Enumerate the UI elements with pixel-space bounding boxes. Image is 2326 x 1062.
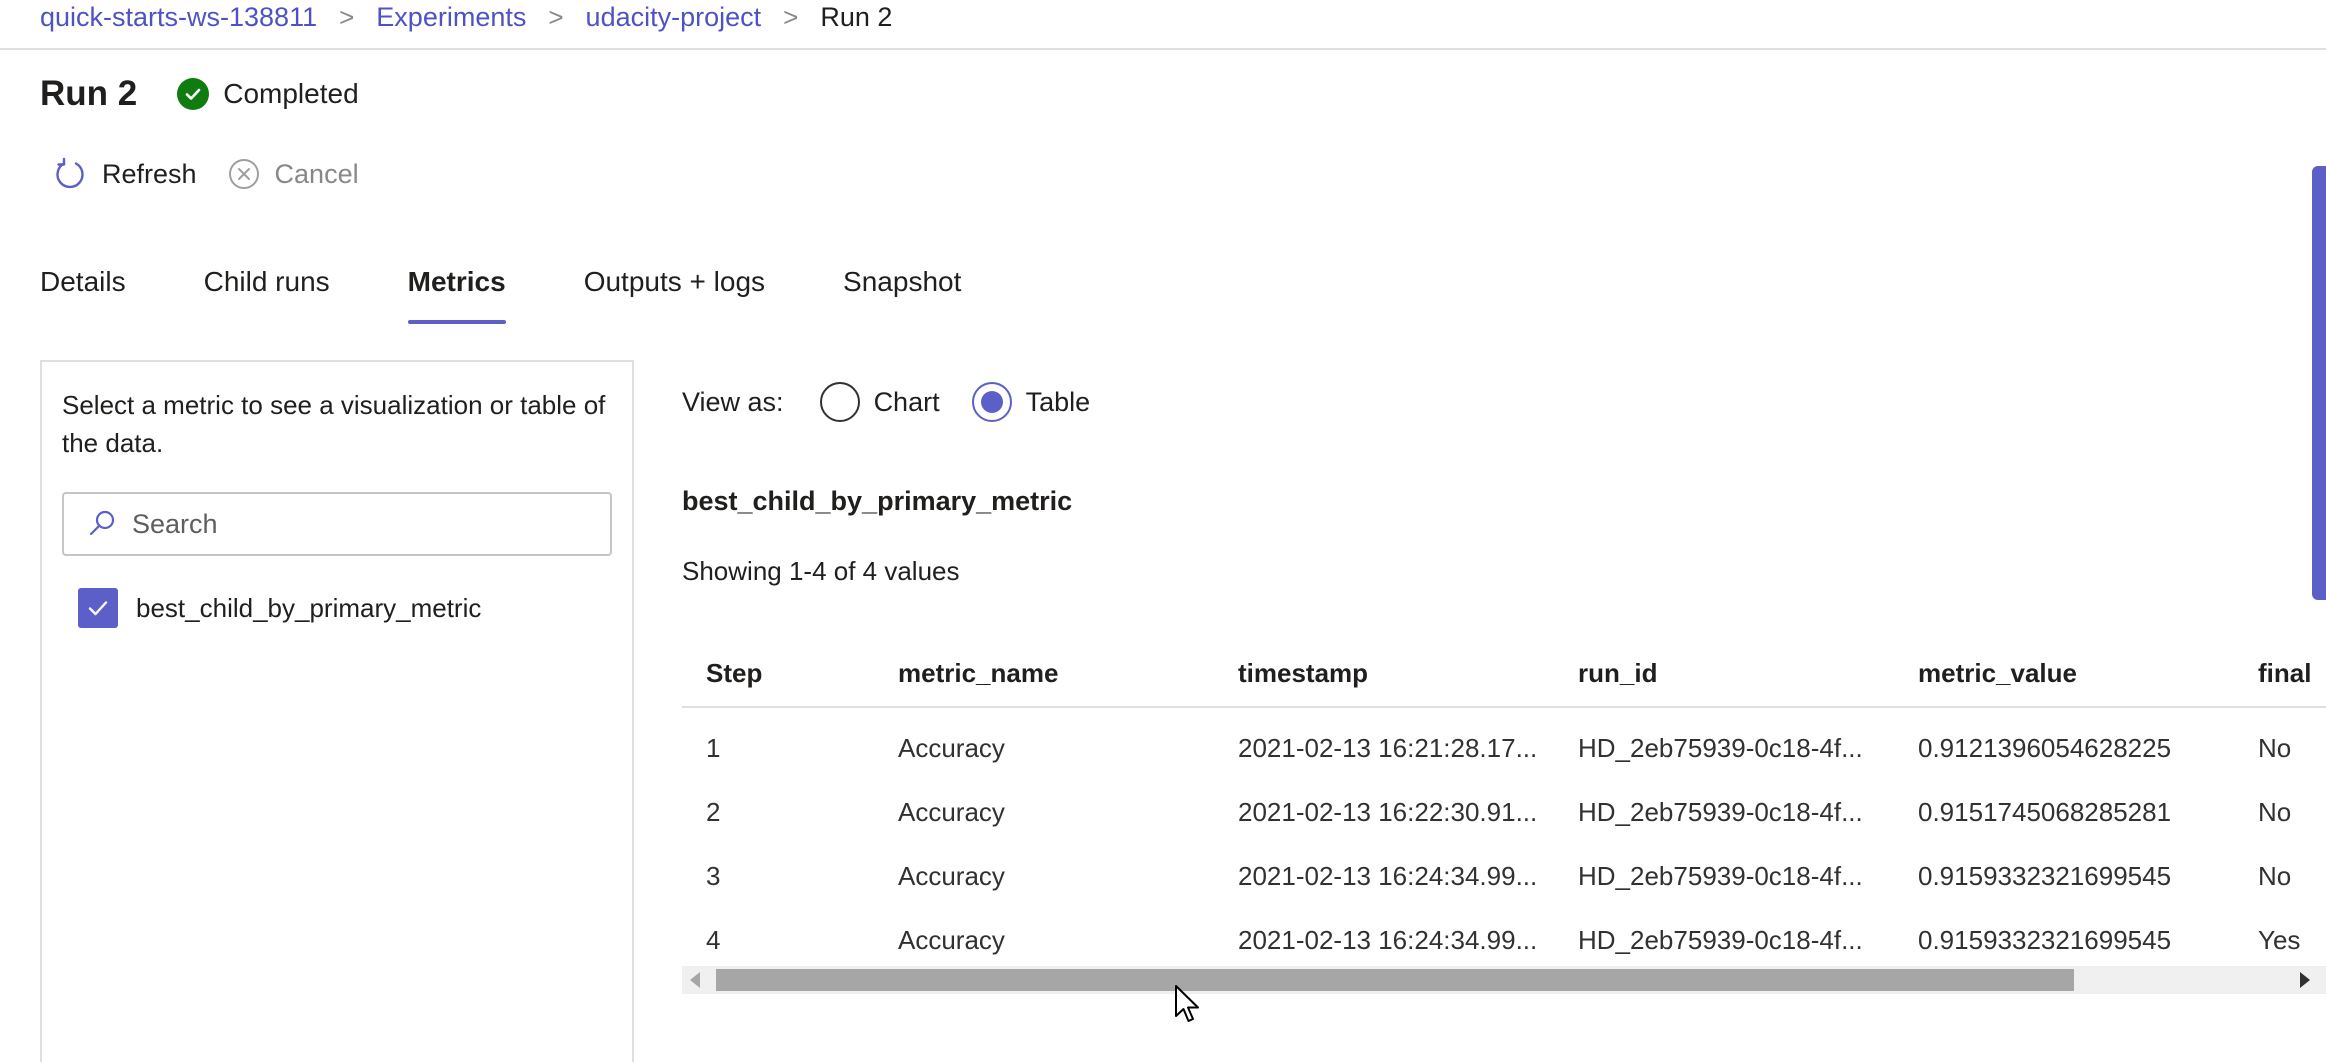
cell-step: 3: [706, 860, 721, 891]
radio-chart-label: Chart: [873, 386, 940, 417]
radio-table-label: Table: [1025, 386, 1091, 417]
cell-metric-name: Accuracy: [898, 860, 1005, 891]
scroll-right-arrow-icon[interactable]: [2300, 972, 2310, 988]
cell-metric-value: 0.9151745068285281: [1918, 796, 2172, 827]
breadcrumb: quick-starts-ws-138811 > Experiments > u…: [40, 0, 892, 34]
scrollbar-thumb[interactable]: [716, 969, 2074, 991]
side-panel-tab[interactable]: [2312, 166, 2326, 600]
refresh-label: Refresh: [102, 158, 197, 189]
title-row: Run 2 Completed: [40, 70, 359, 118]
table-row[interactable]: 3 Accuracy 2021-02-13 16:24:34.99... HD_…: [682, 844, 2326, 908]
table-row[interactable]: 2 Accuracy 2021-02-13 16:22:30.91... HD_…: [682, 780, 2326, 844]
breadcrumb-current: Run 2: [820, 1, 893, 32]
tab-outputs-logs[interactable]: Outputs + logs: [562, 258, 787, 310]
cell-timestamp: 2021-02-13 16:24:34.99...: [1238, 860, 1538, 891]
cell-step: 4: [706, 924, 721, 955]
check-circle-icon: [177, 78, 210, 110]
row-count-text: Showing 1-4 of 4 values: [682, 556, 960, 586]
cell-final: Yes: [2258, 924, 2301, 955]
metric-label: best_child_by_primary_metric: [136, 592, 482, 623]
radio-button-selected[interactable]: [971, 382, 1012, 422]
metric-checkbox[interactable]: [78, 588, 118, 628]
breadcrumb-separator: >: [548, 1, 564, 32]
checkmark-icon: [88, 601, 108, 616]
metric-list-item[interactable]: best_child_by_primary_metric: [78, 588, 481, 628]
breadcrumb-separator: >: [783, 1, 799, 32]
column-header-metric-value[interactable]: metric_value: [1894, 658, 2234, 689]
refresh-button[interactable]: Refresh: [52, 156, 197, 192]
cell-run-id: HD_2eb75939-0c18-4f...: [1578, 860, 1863, 891]
column-header-timestamp[interactable]: timestamp: [1214, 658, 1554, 689]
cell-metric-value: 0.9159332321699545: [1918, 860, 2172, 891]
header-divider: [0, 48, 2326, 50]
page-title: Run 2: [40, 74, 138, 113]
toolbar: Refresh Cancel: [52, 156, 389, 192]
cell-timestamp: 2021-02-13 16:21:28.17...: [1238, 732, 1538, 763]
cell-run-id: HD_2eb75939-0c18-4f...: [1578, 732, 1863, 763]
cancel-button[interactable]: Cancel: [227, 157, 359, 191]
panel-hint: Select a metric to see a visualization o…: [62, 390, 606, 458]
column-header-metric-name[interactable]: metric_name: [874, 658, 1214, 689]
table-row[interactable]: 1 Accuracy 2021-02-13 16:21:28.17... HD_…: [682, 716, 2326, 780]
cell-step: 2: [706, 796, 721, 827]
cell-metric-name: Accuracy: [898, 796, 1005, 827]
column-header-run-id[interactable]: run_id: [1554, 658, 1894, 689]
column-header-step[interactable]: Step: [682, 658, 874, 689]
status-text: Completed: [223, 78, 359, 109]
breadcrumb-separator: >: [339, 1, 355, 32]
view-as-label: View as:: [682, 386, 784, 417]
cell-final: No: [2258, 860, 2292, 891]
search-placeholder: Search: [132, 508, 218, 539]
search-input[interactable]: Search: [62, 492, 612, 556]
cell-metric-name: Accuracy: [898, 924, 1005, 955]
mouse-cursor-icon: [1175, 985, 1199, 1022]
radio-dot: [980, 391, 1003, 413]
breadcrumb-experiment-link[interactable]: udacity-project: [586, 2, 762, 33]
radio-chart[interactable]: Chart: [819, 382, 940, 422]
cell-metric-name: Accuracy: [898, 732, 1005, 763]
refresh-icon: [56, 157, 84, 189]
search-icon: [89, 510, 115, 536]
cell-step: 1: [706, 732, 721, 763]
tab-details[interactable]: Details: [18, 258, 148, 310]
column-header-final[interactable]: final: [2234, 658, 2326, 689]
tab-child-runs[interactable]: Child runs: [182, 258, 352, 310]
table-row[interactable]: 4 Accuracy 2021-02-13 16:24:34.99... HD_…: [682, 908, 2326, 972]
cell-metric-value: 0.9159332321699545: [1918, 924, 2172, 955]
horizontal-scrollbar[interactable]: [682, 966, 2326, 994]
cell-final: No: [2258, 732, 2292, 763]
table-body: 1 Accuracy 2021-02-13 16:21:28.17... HD_…: [682, 716, 2326, 972]
metric-selector-panel: Select a metric to see a visualization o…: [40, 360, 634, 1062]
cell-run-id: HD_2eb75939-0c18-4f...: [1578, 924, 1863, 955]
cancel-icon: [228, 159, 259, 189]
breadcrumb-experiments-link[interactable]: Experiments: [376, 2, 526, 33]
tab-snapshot[interactable]: Snapshot: [821, 258, 983, 310]
cell-final: No: [2258, 796, 2292, 827]
radio-table[interactable]: Table: [971, 382, 1091, 422]
cancel-label: Cancel: [274, 158, 359, 189]
breadcrumb-workspace-link[interactable]: quick-starts-ws-138811: [40, 2, 317, 33]
tab-bar: Details Child runs Metrics Outputs + log…: [40, 258, 1039, 324]
metric-table-title: best_child_by_primary_metric: [682, 486, 1073, 516]
cell-timestamp: 2021-02-13 16:24:34.99...: [1238, 924, 1538, 955]
cell-run-id: HD_2eb75939-0c18-4f...: [1578, 796, 1863, 827]
status-badge: Completed: [177, 78, 359, 110]
radio-button[interactable]: [819, 382, 860, 422]
cell-timestamp: 2021-02-13 16:22:30.91...: [1238, 796, 1538, 827]
cell-metric-value: 0.9121396054628225: [1918, 732, 2172, 763]
scroll-left-arrow-icon[interactable]: [690, 972, 700, 988]
table-header: Step metric_name timestamp run_id metric…: [682, 640, 2326, 708]
view-as-group: View as: Chart Table: [682, 382, 1122, 422]
tab-metrics[interactable]: Metrics: [386, 258, 528, 324]
metric-table: Step metric_name timestamp run_id metric…: [682, 640, 2326, 972]
